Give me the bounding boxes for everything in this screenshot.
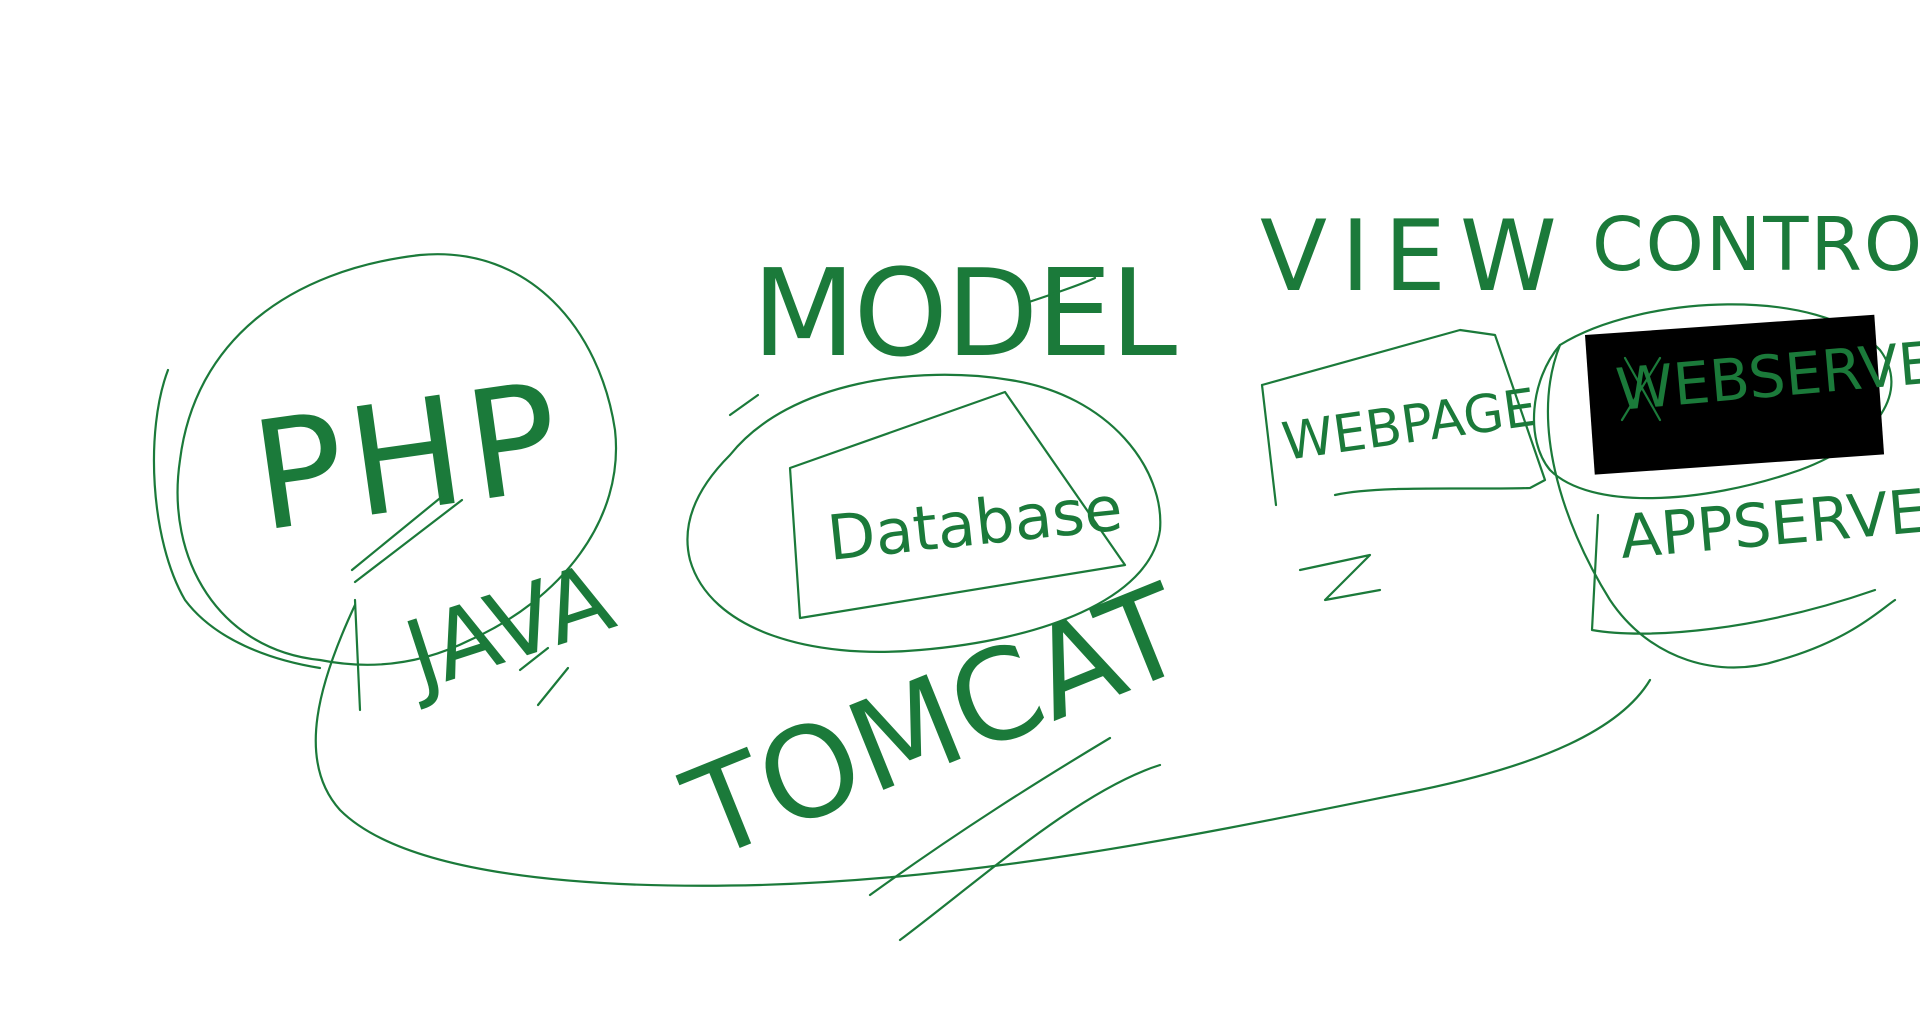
equiv-mark [1298, 553, 1382, 602]
whiteboard-canvas: PHP JAVA MODEL Database TOMCAT VIEW WEBP… [152, 200, 1920, 942]
java-label: JAVA [388, 543, 626, 714]
java-stroke [353, 598, 362, 712]
model-label: MODEL [752, 245, 1177, 384]
tomcat-group: TOMCAT [666, 558, 1206, 942]
database-label: Database [824, 471, 1126, 575]
controller-group: CONTROLLER WEBSERVER APPSERVER [1532, 202, 1920, 669]
tomcat-label: TOMCAT [666, 558, 1206, 889]
view-label: VIEW [1260, 200, 1571, 314]
webpage-label: WEBPAGE [1278, 378, 1540, 473]
php-label: PHP [243, 350, 576, 566]
appserver-label: APPSERVER [1617, 473, 1920, 573]
model-tick [728, 393, 760, 417]
view-group: VIEW WEBPAGE [1260, 200, 1571, 602]
controller-label: CONTROLLER [1592, 202, 1920, 288]
